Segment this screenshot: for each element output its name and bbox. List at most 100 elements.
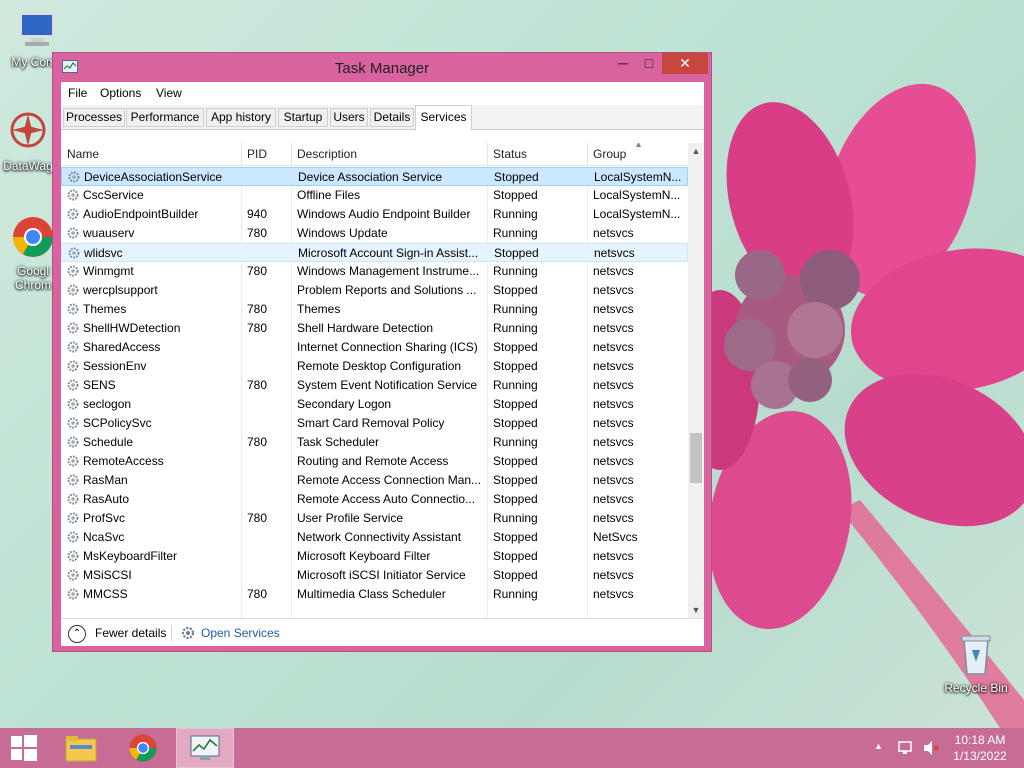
sort-ascending-icon: ▲ <box>634 143 643 149</box>
desktop-icon-label: Recycle Bin <box>944 681 1008 695</box>
table-row[interactable]: NcaSvc Network Connectivity Assistant Stop… <box>61 528 688 547</box>
table-row[interactable]: SENS 780 System Event Notification Service… <box>61 376 688 395</box>
tab-services[interactable]: Services <box>415 105 472 130</box>
close-button[interactable]: ✕ <box>662 53 708 74</box>
scrollbar-thumb[interactable] <box>690 433 702 483</box>
service-group: LocalSystemN... <box>594 170 682 184</box>
service-gear-icon <box>66 454 80 468</box>
table-row[interactable]: wuauserv 780 Windows Update Running netsvcs <box>61 224 688 243</box>
service-pid: 780 <box>247 378 268 392</box>
menu-options[interactable]: Options <box>100 86 141 100</box>
fewer-details-link[interactable]: Fewer details <box>95 626 166 640</box>
tab-app-history[interactable]: App history <box>206 108 276 127</box>
table-row[interactable]: MsKeyboardFilter Microsoft Keyboard Filte… <box>61 547 688 566</box>
desktop-icon-recycle-bin[interactable]: Recycle Bin <box>938 632 1014 695</box>
service-status: Stopped <box>493 492 538 506</box>
column-divider[interactable] <box>291 143 292 165</box>
table-row[interactable]: MMCSS 780 Multimedia Class Scheduler Runnin… <box>61 585 688 604</box>
service-description: Secondary Logon <box>297 397 392 411</box>
scroll-up-icon[interactable]: ▲ <box>688 143 704 159</box>
tab-details[interactable]: Details <box>370 108 414 127</box>
maximize-button[interactable]: □ <box>636 53 662 74</box>
service-gear-icon <box>66 226 80 240</box>
service-group: LocalSystemN... <box>593 207 681 221</box>
menu-bar: File Options View <box>61 82 704 104</box>
chrome-icon <box>129 734 157 762</box>
menu-file[interactable]: File <box>68 86 87 100</box>
taskbar-file-explorer[interactable] <box>56 728 106 768</box>
service-name: SENS <box>83 378 116 392</box>
table-row[interactable]: SessionEnv Remote Desktop Configuration St… <box>61 357 688 376</box>
table-row[interactable]: wercplsupport Problem Reports and Solutio… <box>61 281 688 300</box>
volume-muted-icon[interactable] <box>922 740 940 756</box>
table-row[interactable]: Themes 780 Themes Running netsvcs <box>61 300 688 319</box>
scroll-down-icon[interactable]: ▼ <box>688 602 704 618</box>
service-status: Stopped <box>493 359 538 373</box>
table-row[interactable]: DeviceAssociationService Device Associati… <box>61 167 688 186</box>
table-row[interactable]: RasAuto Remote Access Auto Connectio... St… <box>61 490 688 509</box>
table-row[interactable]: ProfSvc 780 User Profile Service Running net… <box>61 509 688 528</box>
table-row[interactable]: RasMan Remote Access Connection Man... Sto… <box>61 471 688 490</box>
table-row[interactable]: RemoteAccess Routing and Remote Access Sto… <box>61 452 688 471</box>
service-group: NetSvcs <box>593 530 638 544</box>
column-header-description[interactable]: Description <box>297 147 357 161</box>
table-row[interactable]: MSiSCSI Microsoft iSCSI Initiator Service… <box>61 566 688 585</box>
column-divider[interactable] <box>487 143 488 165</box>
service-status: Running <box>493 207 538 221</box>
table-row[interactable]: seclogon Secondary Logon Stopped netsvcs <box>61 395 688 414</box>
table-row[interactable]: SCPolicySvc Smart Card Removal Policy Stop… <box>61 414 688 433</box>
table-row[interactable]: SharedAccess Internet Connection Sharing … <box>61 338 688 357</box>
column-header-group[interactable]: Group <box>593 147 626 161</box>
column-divider[interactable] <box>587 143 588 165</box>
table-row[interactable]: Schedule 780 Task Scheduler Running netsvcs <box>61 433 688 452</box>
table-row[interactable]: ShellHWDetection 780 Shell Hardware Detect… <box>61 319 688 338</box>
taskbar: ▲ 10:18 AM 1/13/2022 <box>0 728 1024 768</box>
service-pid: 780 <box>247 511 268 525</box>
menu-view[interactable]: View <box>156 86 182 100</box>
service-group: netsvcs <box>593 359 634 373</box>
taskbar-chrome[interactable] <box>118 728 168 768</box>
tab-users[interactable]: Users <box>330 108 368 127</box>
network-icon[interactable] <box>897 740 915 756</box>
fewer-details-chevron-up-icon[interactable]: ⌃ <box>68 625 86 643</box>
service-status: Stopped <box>493 530 538 544</box>
service-status: Stopped <box>494 246 539 260</box>
column-header-name[interactable]: Name <box>67 147 99 161</box>
service-name: SharedAccess <box>83 340 161 354</box>
tab-processes[interactable]: Processes <box>63 108 125 127</box>
column-divider[interactable] <box>241 143 242 165</box>
table-row[interactable]: AudioEndpointBuilder 940 Windows Audio End… <box>61 205 688 224</box>
start-button[interactable] <box>0 728 48 768</box>
service-description: Windows Update <box>297 226 388 240</box>
service-group: netsvcs <box>593 321 634 335</box>
table-row[interactable]: CscService Offline Files Stopped LocalSyste… <box>61 186 688 205</box>
table-row[interactable]: wlidsvc Microsoft Account Sign-in Assist.… <box>61 243 688 262</box>
tab-startup[interactable]: Startup <box>278 108 328 127</box>
windows-logo-icon <box>11 735 37 761</box>
clock-date[interactable]: 1/13/2022 <box>948 749 1012 763</box>
service-description: Multimedia Class Scheduler <box>297 587 446 601</box>
tab-performance[interactable]: Performance <box>126 108 204 127</box>
service-description: Microsoft Account Sign-in Assist... <box>298 246 479 260</box>
service-description: Routing and Remote Access <box>297 454 449 468</box>
service-group: netsvcs <box>593 283 634 297</box>
column-header-status[interactable]: Status <box>493 147 527 161</box>
taskbar-task-manager[interactable] <box>176 728 234 768</box>
recycle-bin-icon <box>961 635 991 675</box>
minimize-button[interactable]: ─ <box>610 53 636 74</box>
open-services-link[interactable]: Open Services <box>201 626 280 640</box>
service-name: NcaSvc <box>83 530 125 544</box>
service-name: SessionEnv <box>83 359 147 373</box>
table-row[interactable]: Winmgmt 780 Windows Management Instrume...… <box>61 262 688 281</box>
desktop-icon-datawag[interactable]: DataWag <box>0 110 56 173</box>
service-pid: 780 <box>247 226 268 240</box>
service-status: Running <box>493 226 538 240</box>
vertical-scrollbar[interactable]: ▲ ▼ <box>688 143 704 618</box>
clock-time[interactable]: 10:18 AM <box>948 733 1012 747</box>
title-bar[interactable]: Task Manager ─ □ ✕ <box>53 53 711 81</box>
service-name: RasAuto <box>83 492 130 506</box>
computer-icon <box>20 13 54 46</box>
show-hidden-icons-icon[interactable]: ▲ <box>874 741 883 751</box>
service-group: LocalSystemN... <box>593 188 681 202</box>
column-header-pid[interactable]: PID <box>247 147 267 161</box>
